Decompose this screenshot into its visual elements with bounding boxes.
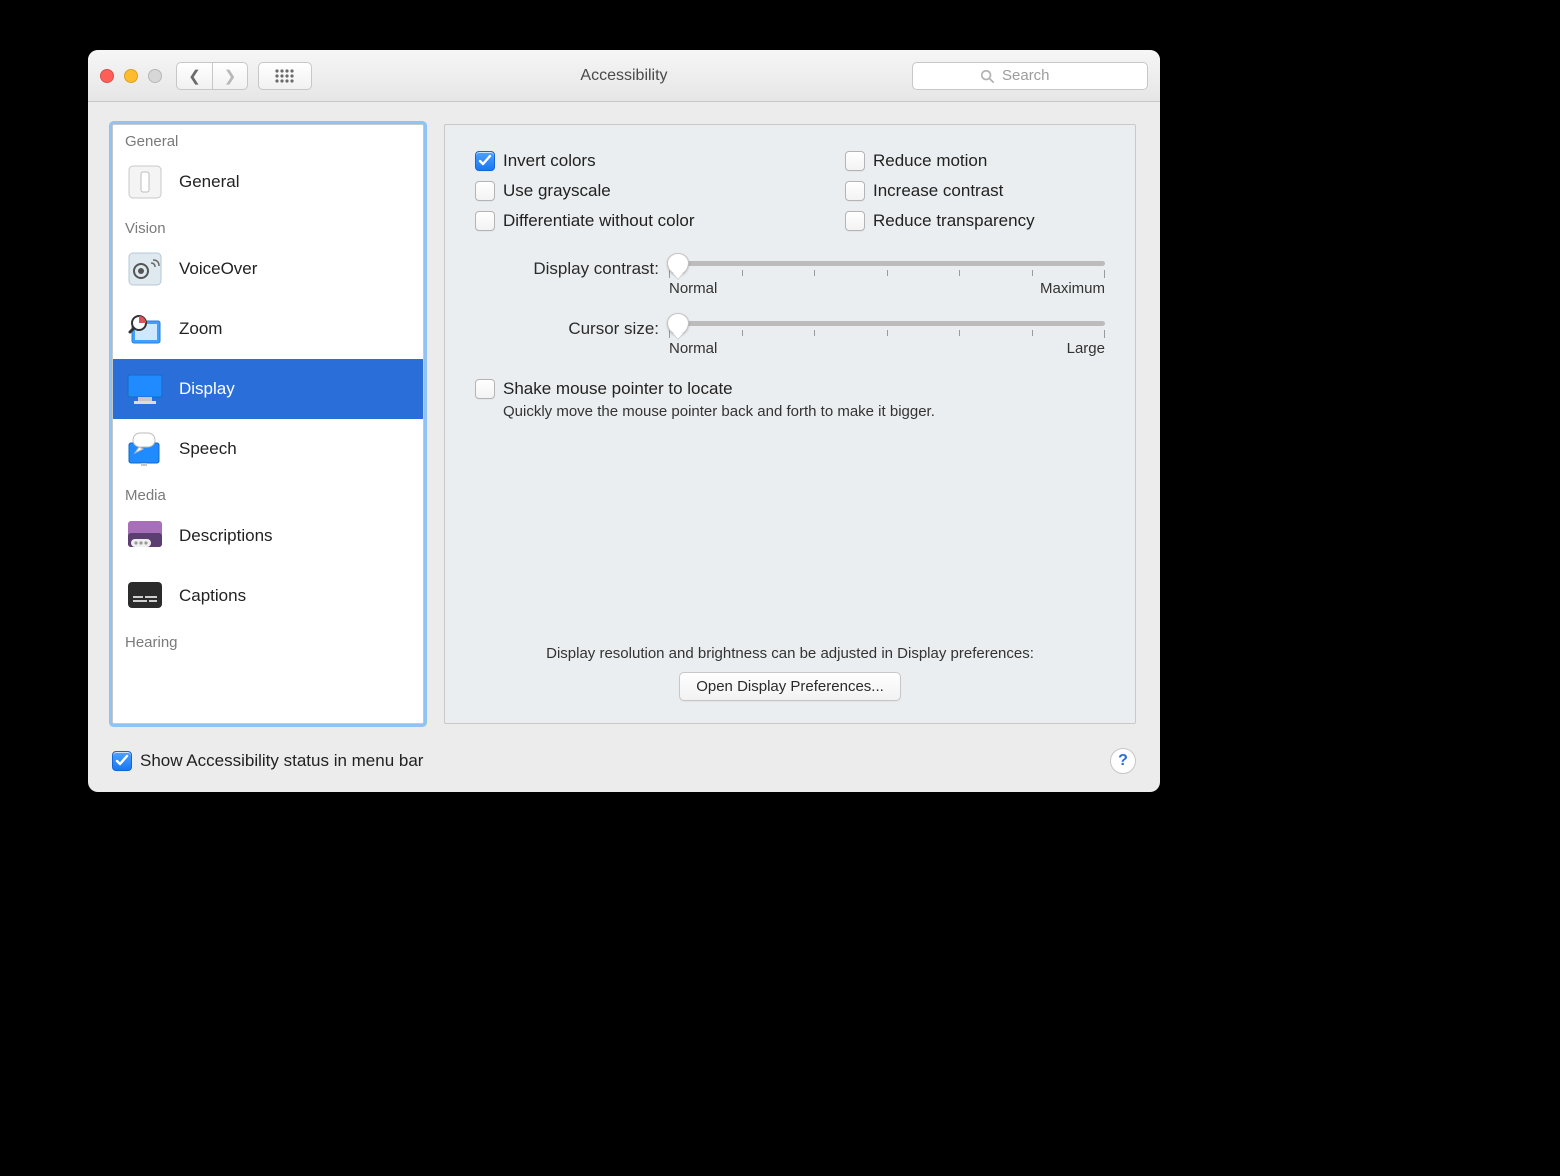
sidebar-item-speech[interactable]: Speech [113, 419, 423, 479]
display-preferences-note: Display resolution and brightness can be… [445, 645, 1135, 701]
checkbox-icon [475, 181, 495, 201]
checkbox-grid: Invert colors Reduce motion Use grayscal… [475, 151, 1105, 231]
checkbox-icon [845, 211, 865, 231]
checkbox-icon [475, 211, 495, 231]
window-controls [100, 69, 162, 83]
differentiate-without-color-checkbox[interactable]: Differentiate without color [475, 211, 845, 231]
sidebar-group-hearing: Hearing [113, 626, 423, 653]
checkbox-icon [845, 151, 865, 171]
search-icon [980, 69, 994, 83]
sidebar-group-general: General [113, 125, 423, 152]
close-window-button[interactable] [100, 69, 114, 83]
shake-to-locate-checkbox[interactable]: Shake mouse pointer to locate [475, 379, 1105, 399]
chevron-left-icon: ❮ [188, 67, 201, 85]
slider-min-label: Normal [669, 340, 717, 357]
invert-colors-checkbox[interactable]: Invert colors [475, 151, 845, 171]
minimize-window-button[interactable] [124, 69, 138, 83]
descriptions-icon [125, 516, 165, 556]
slider-min-label: Normal [669, 280, 717, 297]
shake-to-locate-block: Shake mouse pointer to locate Quickly mo… [475, 379, 1105, 420]
sidebar-item-display[interactable]: Display [113, 359, 423, 419]
checkbox-label: Use grayscale [503, 181, 611, 201]
grid-icon [275, 69, 295, 83]
sidebar-item-zoom[interactable]: Zoom [113, 299, 423, 359]
back-button[interactable]: ❮ [176, 62, 212, 90]
open-display-preferences-button[interactable]: Open Display Preferences... [679, 672, 901, 701]
sidebar-item-voiceover[interactable]: VoiceOver [113, 239, 423, 299]
checkbox-label: Reduce motion [873, 151, 987, 171]
increase-contrast-checkbox[interactable]: Increase contrast [845, 181, 1105, 201]
sidebar-item-label: Descriptions [179, 526, 273, 546]
forward-button[interactable]: ❯ [212, 62, 248, 90]
nav-buttons: ❮ ❯ [176, 62, 248, 90]
help-button[interactable]: ? [1110, 748, 1136, 774]
sidebar-item-label: Captions [179, 586, 246, 606]
note-text: Display resolution and brightness can be… [445, 645, 1135, 662]
slider-max-label: Maximum [1040, 280, 1105, 297]
slider-max-label: Large [1067, 340, 1105, 357]
display-icon [125, 369, 165, 409]
general-icon [125, 162, 165, 202]
checkbox-icon [475, 379, 495, 399]
zoom-icon [125, 309, 165, 349]
sidebar-item-label: Zoom [179, 319, 222, 339]
shake-to-locate-description: Quickly move the mouse pointer back and … [503, 403, 1105, 420]
show-status-in-menu-bar-checkbox[interactable]: Show Accessibility status in menu bar [112, 751, 423, 771]
checkbox-icon [475, 151, 495, 171]
content-area: General General Vision [88, 102, 1160, 742]
footer: Show Accessibility status in menu bar ? [88, 742, 1160, 792]
zoom-window-button[interactable] [148, 69, 162, 83]
titlebar: ❮ ❯ Accessibility [88, 50, 1160, 102]
cursor-size-label: Cursor size: [475, 319, 669, 339]
chevron-right-icon: ❯ [224, 67, 237, 85]
captions-icon [125, 576, 165, 616]
checkbox-icon [845, 181, 865, 201]
display-contrast-slider[interactable]: Normal Maximum [669, 259, 1105, 297]
sidebar[interactable]: General General Vision [112, 124, 424, 724]
sidebar-item-label: Display [179, 379, 235, 399]
checkbox-label: Reduce transparency [873, 211, 1035, 231]
checkbox-icon [112, 751, 132, 771]
search-field[interactable] [912, 62, 1148, 90]
sidebar-item-descriptions[interactable]: Descriptions [113, 506, 423, 566]
reduce-motion-checkbox[interactable]: Reduce motion [845, 151, 1105, 171]
reduce-transparency-checkbox[interactable]: Reduce transparency [845, 211, 1105, 231]
use-grayscale-checkbox[interactable]: Use grayscale [475, 181, 845, 201]
show-all-button[interactable] [258, 62, 312, 90]
sidebar-item-captions[interactable]: Captions [113, 566, 423, 626]
cursor-size-row: Cursor size: Normal Large [475, 319, 1105, 357]
checkbox-label: Increase contrast [873, 181, 1003, 201]
sidebar-item-label: General [179, 172, 239, 192]
sidebar-item-label: Speech [179, 439, 237, 459]
sidebar-item-label: VoiceOver [179, 259, 257, 279]
checkbox-label: Shake mouse pointer to locate [503, 379, 733, 399]
accessibility-window: ❮ ❯ Accessibility [88, 50, 1160, 792]
display-contrast-row: Display contrast: Normal Maximum [475, 259, 1105, 297]
checkbox-label: Show Accessibility status in menu bar [140, 751, 423, 771]
voiceover-icon [125, 249, 165, 289]
display-contrast-label: Display contrast: [475, 259, 669, 279]
detail-panel: Invert colors Reduce motion Use grayscal… [444, 124, 1136, 724]
cursor-size-slider[interactable]: Normal Large [669, 319, 1105, 357]
sidebar-group-vision: Vision [113, 212, 423, 239]
speech-icon [125, 429, 165, 469]
checkbox-label: Differentiate without color [503, 211, 695, 231]
sidebar-item-general[interactable]: General [113, 152, 423, 212]
sidebar-group-media: Media [113, 479, 423, 506]
checkbox-label: Invert colors [503, 151, 596, 171]
help-icon: ? [1118, 752, 1128, 770]
search-input[interactable] [1000, 66, 1080, 85]
